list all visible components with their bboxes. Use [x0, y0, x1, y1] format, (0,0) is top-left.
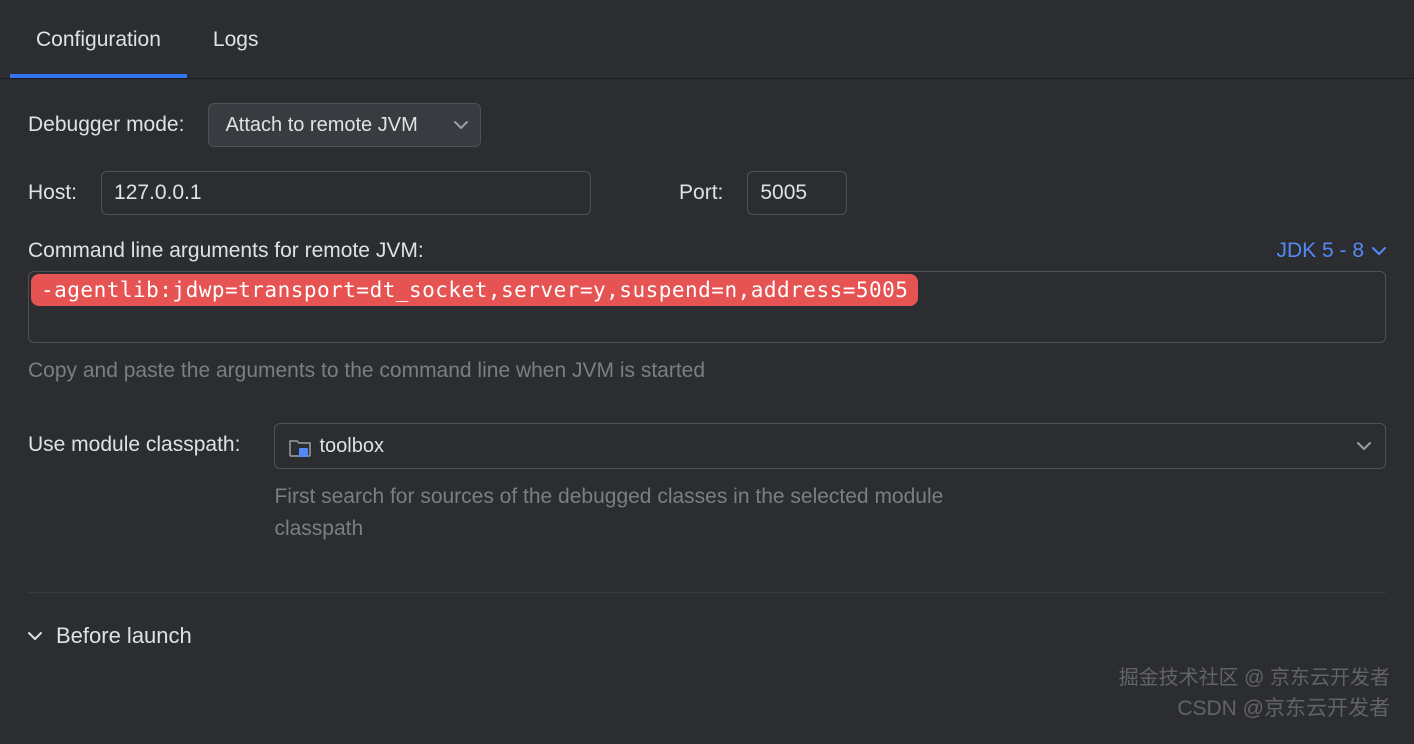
cli-args-hint: Copy and paste the arguments to the comm… — [28, 359, 1386, 383]
watermark: CSDN @京东云开发者 — [1177, 692, 1390, 722]
before-launch-section[interactable]: Before launch — [0, 593, 1414, 649]
module-classpath-value: toolbox — [319, 435, 384, 458]
module-classpath-label: Use module classpath: — [28, 423, 240, 457]
module-classpath-select[interactable]: toolbox — [274, 423, 1386, 469]
module-icon — [289, 438, 309, 454]
chevron-down-icon — [28, 631, 42, 641]
jdk-version-value: JDK 5 - 8 — [1276, 239, 1364, 263]
config-panel: Debugger mode: Attach to remote JVM Host… — [0, 79, 1414, 593]
cli-args-label: Command line arguments for remote JVM: — [28, 239, 424, 263]
tab-configuration[interactable]: Configuration — [10, 0, 187, 78]
module-classpath-hint: First search for sources of the debugged… — [274, 481, 994, 544]
host-input[interactable] — [101, 171, 591, 215]
chevron-down-icon — [454, 120, 468, 130]
watermark: 掘金技术社区 @ 京东云开发者 — [1119, 661, 1390, 690]
jdk-version-select[interactable]: JDK 5 - 8 — [1276, 239, 1386, 263]
chevron-down-icon — [1357, 441, 1371, 451]
debugger-mode-select[interactable]: Attach to remote JVM — [208, 103, 480, 147]
port-label: Port: — [679, 181, 723, 205]
tab-logs[interactable]: Logs — [187, 0, 285, 78]
host-label: Host: — [28, 181, 77, 205]
cli-args-field[interactable]: -agentlib:jdwp=transport=dt_socket,serve… — [28, 271, 1386, 343]
chevron-down-icon — [1372, 246, 1386, 256]
before-launch-label: Before launch — [56, 623, 192, 649]
debugger-mode-value: Attach to remote JVM — [225, 114, 417, 137]
cli-args-value: -agentlib:jdwp=transport=dt_socket,serve… — [31, 274, 918, 306]
port-input[interactable] — [747, 171, 847, 215]
tab-bar: Configuration Logs — [0, 0, 1414, 79]
debugger-mode-label: Debugger mode: — [28, 113, 184, 137]
